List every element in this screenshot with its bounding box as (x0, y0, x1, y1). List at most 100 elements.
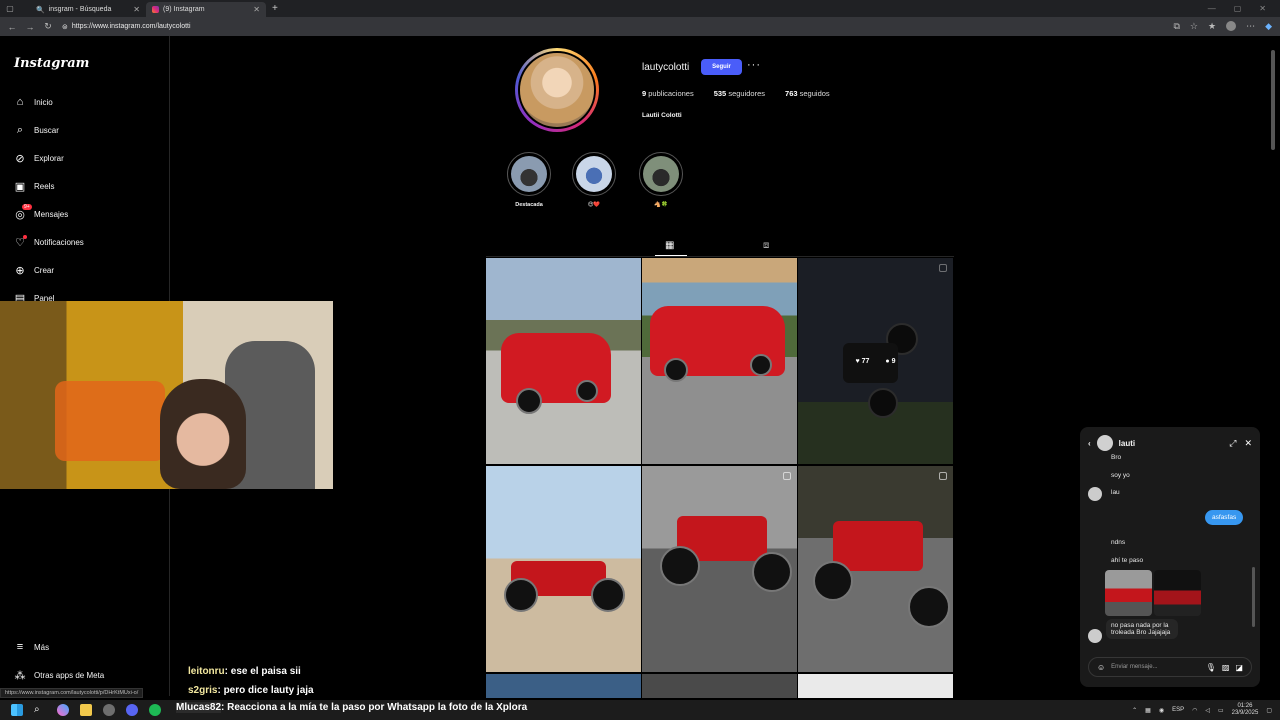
dm-image-attachment[interactable] (1105, 570, 1152, 616)
image-icon[interactable]: ▨ (1222, 663, 1230, 672)
back-icon[interactable]: ← (6, 22, 18, 32)
dm-back-icon[interactable]: ‹ (1088, 439, 1091, 448)
wheel-shape (660, 546, 700, 586)
dm-message: ndns (1111, 539, 1126, 546)
direct-message-window: ‹ lauti ⤢ ✕ Bro soy yo lau asfasfas ndns… (1080, 427, 1260, 687)
tray-app-icon[interactable]: ◉ (1159, 707, 1164, 714)
new-tab-button[interactable]: + (272, 3, 278, 14)
site-info-icon[interactable]: ⊜ (62, 23, 68, 31)
wheel-shape (813, 561, 853, 601)
profile-stats: 9 publicaciones 535 seguidores 763 segui… (642, 89, 830, 98)
post-thumbnail[interactable] (486, 674, 641, 698)
sidebar-item-reels[interactable]: ▣ Reels (14, 180, 55, 193)
browser-tab-bar: ▢ 🔍 insgram - Búsqueda ✕ (9) Instagram ✕… (0, 0, 1280, 17)
maximize-icon[interactable]: ▢ (1234, 4, 1242, 13)
post-thumbnail[interactable] (642, 466, 797, 672)
post-thumbnail[interactable] (486, 466, 641, 672)
volume-icon[interactable]: ◁ (1205, 707, 1210, 714)
instagram-logo[interactable]: Instagram (14, 56, 89, 71)
minimize-icon[interactable]: — (1208, 4, 1216, 13)
sidebar-item-explorar[interactable]: ⊘ Explorar (14, 152, 63, 165)
battery-icon[interactable]: ▭ (1218, 707, 1224, 714)
wheel-shape (576, 380, 598, 402)
tab-tagged-icon[interactable]: ⧈ (763, 240, 769, 251)
dm-scrollbar[interactable] (1252, 567, 1255, 627)
tray-chevron-icon[interactable]: ⌃ (1132, 707, 1137, 714)
profile-avatar[interactable] (1226, 21, 1237, 31)
sidebar-item-notificaciones[interactable]: ♡ Notificaciones (14, 235, 84, 249)
hamburger-menu-icon: ≡ (16, 641, 24, 653)
followers-count[interactable]: 535 seguidores (714, 89, 765, 98)
post-thumbnail[interactable] (642, 674, 797, 698)
post-thumbnail-hovered[interactable]: ♥ 77 ● 9 (798, 258, 953, 464)
more-options-icon[interactable]: ··· (747, 59, 761, 71)
copilot-icon[interactable] (57, 704, 69, 716)
forward-icon[interactable]: → (24, 22, 36, 32)
tab-posts-grid-icon[interactable]: ▦ (654, 240, 689, 256)
search-icon[interactable]: ⌕ (34, 704, 46, 716)
sidebar-item-inicio[interactable]: ⌂ Inicio (14, 96, 53, 108)
following-count[interactable]: 763 seguidos (785, 89, 830, 98)
post-hover-overlay: ♥ 77 ● 9 (798, 258, 953, 464)
notification-dot (23, 235, 27, 239)
sidebar-item-mas[interactable]: ≡ Más (14, 641, 49, 653)
close-tab-icon[interactable]: ✕ (253, 5, 260, 14)
file-explorer-icon[interactable] (80, 704, 92, 716)
emoji-icon[interactable]: ☺ (1097, 663, 1105, 672)
bookmark-star-icon[interactable]: ☆ (1190, 21, 1198, 32)
sidebar-item-buscar[interactable]: ⌕ Buscar (14, 124, 59, 136)
close-icon[interactable]: ✕ (1244, 438, 1252, 449)
wheel-shape (750, 354, 772, 376)
app-icon[interactable] (103, 704, 115, 716)
dm-sent-message: asfasfas (1205, 510, 1244, 525)
wheel-shape (504, 578, 538, 612)
windows-start-icon[interactable] (11, 704, 23, 716)
close-window-icon[interactable]: ✕ (1259, 4, 1266, 13)
window-menu-icon[interactable]: ▢ (4, 3, 16, 15)
wheel-shape (752, 552, 792, 592)
profile-picture[interactable] (515, 48, 599, 132)
profile-picture-image (518, 51, 596, 129)
expand-icon[interactable]: ⤢ (1229, 438, 1236, 449)
clock[interactable]: 01:26 23/9/2025 (1232, 703, 1259, 717)
multiple-posts-icon (783, 472, 791, 480)
close-tab-icon[interactable]: ✕ (133, 5, 140, 14)
instagram-favicon-icon (152, 6, 159, 13)
compass-icon: ⊘ (15, 152, 25, 165)
microphone-icon[interactable]: 🎙 (1206, 663, 1216, 672)
follow-button[interactable]: Seguir (701, 59, 742, 75)
dm-message-input[interactable]: ☺ Enviar mensaje... 🎙 ▨ ◪ (1088, 657, 1252, 677)
sidebar-item-crear[interactable]: ⊕ Crear (14, 264, 54, 277)
sidebar-item-meta-apps[interactable]: ⁂ Otras apps de Meta (14, 669, 105, 682)
browser-tab-instagram[interactable]: (9) Instagram ✕ (146, 2, 266, 17)
sticker-icon[interactable]: ◪ (1235, 663, 1243, 672)
dm-sender-avatar (1088, 487, 1102, 501)
reload-icon[interactable]: ↻ (42, 21, 54, 32)
url-field[interactable]: ⊜ https://www.instagram.com/lautycolotti (62, 23, 191, 31)
tabs-divider (486, 256, 954, 257)
highlight-3[interactable]: 🐴🍀 (639, 152, 683, 208)
post-thumbnail[interactable] (486, 258, 641, 464)
discord-icon[interactable] (126, 704, 138, 716)
spotify-icon[interactable] (149, 704, 161, 716)
extensions-icon[interactable]: ⧉ (1173, 21, 1179, 32)
dm-avatar[interactable] (1096, 435, 1113, 451)
notifications-icon[interactable]: ▢ (1266, 707, 1272, 714)
dm-image-attachment[interactable] (1154, 570, 1201, 616)
copilot-icon[interactable]: ◆ (1265, 21, 1272, 32)
wifi-icon[interactable]: ◠ (1192, 707, 1197, 714)
post-thumbnail[interactable] (642, 258, 797, 464)
favorites-icon[interactable]: ★ (1208, 21, 1216, 32)
page-scrollbar[interactable] (1271, 50, 1275, 150)
post-thumbnail[interactable] (798, 466, 953, 672)
tray-app-icon[interactable]: ▦ (1145, 707, 1151, 714)
stream-chat-message: s2gris: pero dice lauty jaja (188, 685, 314, 696)
system-tray: ⌃ ▦ ◉ ESP ◠ ◁ ▭ 01:26 23/9/2025 ▢ (1132, 703, 1272, 717)
stream-chat-message: leitonru: ese el paisa sii (188, 666, 301, 677)
sidebar-item-mensajes[interactable]: ◎ 9+ Mensajes (14, 204, 68, 221)
browser-tab-search[interactable]: 🔍 insgram - Búsqueda ✕ (30, 2, 146, 17)
post-thumbnail[interactable] (798, 674, 953, 698)
highlight-destacada[interactable]: Destacada (507, 152, 551, 208)
menu-dots-icon[interactable]: ⋯ (1246, 21, 1255, 32)
highlight-2[interactable]: 😍❤️ (572, 152, 616, 208)
